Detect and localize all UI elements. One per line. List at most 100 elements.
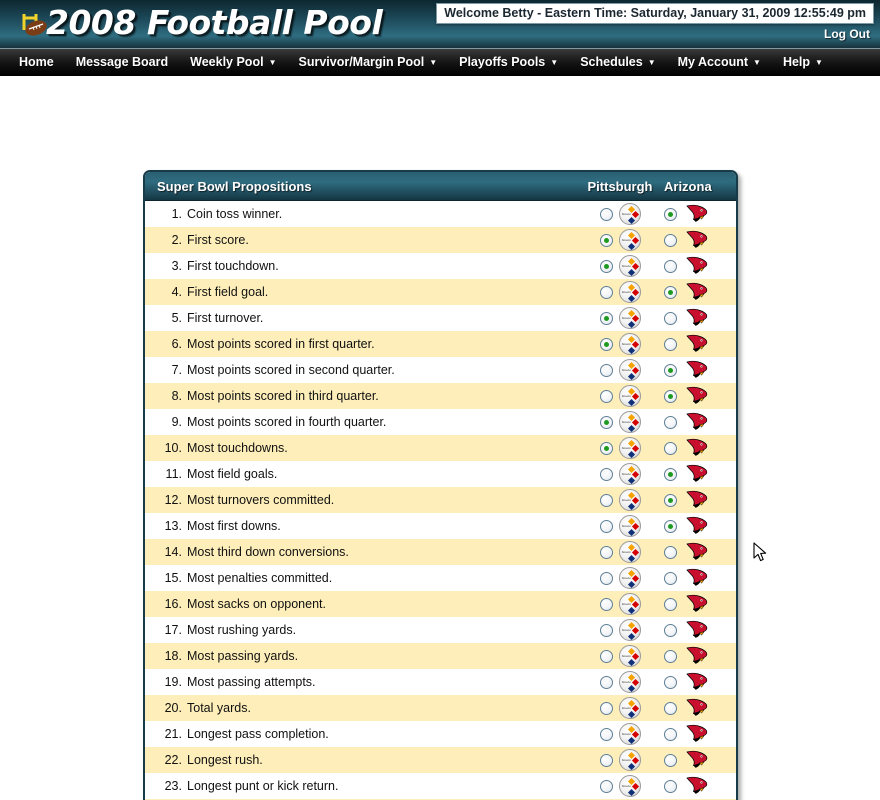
pittsburgh-radio[interactable] bbox=[600, 312, 613, 325]
proposition-label: Total yards. bbox=[187, 701, 576, 715]
pittsburgh-radio[interactable] bbox=[600, 728, 613, 741]
chevron-down-icon: ▼ bbox=[550, 49, 558, 76]
pittsburgh-choice-cell: Steelers bbox=[576, 749, 664, 771]
proposition-number: 17. bbox=[145, 623, 187, 637]
proposition-label: Most first downs. bbox=[187, 519, 576, 533]
arizona-radio[interactable] bbox=[664, 624, 677, 637]
arizona-radio[interactable] bbox=[664, 416, 677, 429]
arizona-radio[interactable] bbox=[664, 754, 677, 767]
proposition-label: First field goal. bbox=[187, 285, 576, 299]
arizona-radio[interactable] bbox=[664, 650, 677, 663]
arizona-radio[interactable] bbox=[664, 676, 677, 689]
arizona-radio[interactable] bbox=[664, 234, 677, 247]
proposition-row: 11.Most field goals.Steelers bbox=[145, 461, 736, 487]
arizona-radio[interactable] bbox=[664, 598, 677, 611]
proposition-number: 22. bbox=[145, 753, 187, 767]
proposition-row: 13.Most first downs.Steelers bbox=[145, 513, 736, 539]
pittsburgh-radio[interactable] bbox=[600, 494, 613, 507]
arizona-radio[interactable] bbox=[664, 442, 677, 455]
nav-item-weekly-pool[interactable]: Weekly Pool▼ bbox=[179, 49, 287, 77]
arizona-radio[interactable] bbox=[664, 572, 677, 585]
proposition-label: Most third down conversions. bbox=[187, 545, 576, 559]
pittsburgh-radio[interactable] bbox=[600, 520, 613, 533]
proposition-number: 4. bbox=[145, 285, 187, 299]
cardinals-logo-icon bbox=[685, 463, 709, 486]
pittsburgh-radio[interactable] bbox=[600, 416, 613, 429]
arizona-radio[interactable] bbox=[664, 260, 677, 273]
nav-item-label: Playoffs Pools bbox=[459, 55, 545, 69]
arizona-choice-cell bbox=[664, 281, 736, 304]
chevron-down-icon: ▼ bbox=[753, 49, 761, 76]
proposition-label: Coin toss winner. bbox=[187, 207, 576, 221]
proposition-number: 21. bbox=[145, 727, 187, 741]
pittsburgh-radio[interactable] bbox=[600, 780, 613, 793]
pittsburgh-radio[interactable] bbox=[600, 260, 613, 273]
pittsburgh-choice-cell: Steelers bbox=[576, 203, 664, 225]
pittsburgh-radio[interactable] bbox=[600, 624, 613, 637]
chevron-down-icon: ▼ bbox=[815, 49, 823, 76]
steelers-logo-icon: Steelers bbox=[619, 463, 641, 485]
proposition-number: 19. bbox=[145, 675, 187, 689]
proposition-label: Most field goals. bbox=[187, 467, 576, 481]
pittsburgh-choice-cell: Steelers bbox=[576, 359, 664, 381]
arizona-radio[interactable] bbox=[664, 494, 677, 507]
arizona-choice-cell bbox=[664, 645, 736, 668]
arizona-radio[interactable] bbox=[664, 468, 677, 481]
arizona-choice-cell bbox=[664, 567, 736, 590]
arizona-radio[interactable] bbox=[664, 286, 677, 299]
nav-item-label: Help bbox=[783, 55, 810, 69]
column-header-arizona: Arizona bbox=[664, 179, 736, 194]
nav-item-survivor-margin-pool[interactable]: Survivor/Margin Pool▼ bbox=[287, 49, 448, 77]
proposition-row: 10.Most touchdowns.Steelers bbox=[145, 435, 736, 461]
pittsburgh-choice-cell: Steelers bbox=[576, 515, 664, 537]
pittsburgh-radio[interactable] bbox=[600, 338, 613, 351]
arizona-radio[interactable] bbox=[664, 546, 677, 559]
arizona-choice-cell bbox=[664, 723, 736, 746]
proposition-row: 20.Total yards.Steelers bbox=[145, 695, 736, 721]
nav-item-message-board[interactable]: Message Board bbox=[65, 49, 179, 76]
pittsburgh-radio[interactable] bbox=[600, 702, 613, 715]
cardinals-logo-icon bbox=[685, 489, 709, 512]
pittsburgh-radio[interactable] bbox=[600, 754, 613, 767]
nav-item-label: Message Board bbox=[76, 55, 168, 69]
arizona-radio[interactable] bbox=[664, 390, 677, 403]
steelers-logo-icon: Steelers bbox=[619, 229, 641, 251]
pittsburgh-choice-cell: Steelers bbox=[576, 671, 664, 693]
pittsburgh-radio[interactable] bbox=[600, 598, 613, 611]
pittsburgh-radio[interactable] bbox=[600, 364, 613, 377]
cardinals-logo-icon bbox=[685, 619, 709, 642]
proposition-number: 6. bbox=[145, 337, 187, 351]
pittsburgh-radio[interactable] bbox=[600, 286, 613, 299]
arizona-radio[interactable] bbox=[664, 702, 677, 715]
steelers-logo-icon: Steelers bbox=[619, 411, 641, 433]
steelers-logo-icon: Steelers bbox=[619, 385, 641, 407]
pittsburgh-radio[interactable] bbox=[600, 572, 613, 585]
nav-item-playoffs-pools[interactable]: Playoffs Pools ▼ bbox=[448, 49, 569, 77]
arizona-radio[interactable] bbox=[664, 728, 677, 741]
proposition-row: 1.Coin toss winner.Steelers bbox=[145, 201, 736, 227]
pittsburgh-choice-cell: Steelers bbox=[576, 463, 664, 485]
nav-item-help[interactable]: Help ▼ bbox=[772, 49, 834, 77]
arizona-radio[interactable] bbox=[664, 338, 677, 351]
nav-item-schedules[interactable]: Schedules▼ bbox=[569, 49, 666, 77]
nav-item-home[interactable]: Home bbox=[8, 49, 65, 76]
pittsburgh-choice-cell: Steelers bbox=[576, 307, 664, 329]
pittsburgh-radio[interactable] bbox=[600, 650, 613, 663]
pittsburgh-radio[interactable] bbox=[600, 468, 613, 481]
arizona-radio[interactable] bbox=[664, 520, 677, 533]
steelers-logo-icon: Steelers bbox=[619, 203, 641, 225]
nav-item-label: Home bbox=[19, 55, 54, 69]
pittsburgh-radio[interactable] bbox=[600, 208, 613, 221]
arizona-radio[interactable] bbox=[664, 780, 677, 793]
arizona-radio[interactable] bbox=[664, 312, 677, 325]
pittsburgh-radio[interactable] bbox=[600, 234, 613, 247]
pittsburgh-radio[interactable] bbox=[600, 390, 613, 403]
proposition-label: Most points scored in second quarter. bbox=[187, 363, 576, 377]
nav-item-my-account[interactable]: My Account▼ bbox=[667, 49, 772, 77]
arizona-radio[interactable] bbox=[664, 364, 677, 377]
arizona-radio[interactable] bbox=[664, 208, 677, 221]
logout-link[interactable]: Log Out bbox=[824, 27, 870, 41]
pittsburgh-radio[interactable] bbox=[600, 676, 613, 689]
pittsburgh-radio[interactable] bbox=[600, 546, 613, 559]
pittsburgh-radio[interactable] bbox=[600, 442, 613, 455]
